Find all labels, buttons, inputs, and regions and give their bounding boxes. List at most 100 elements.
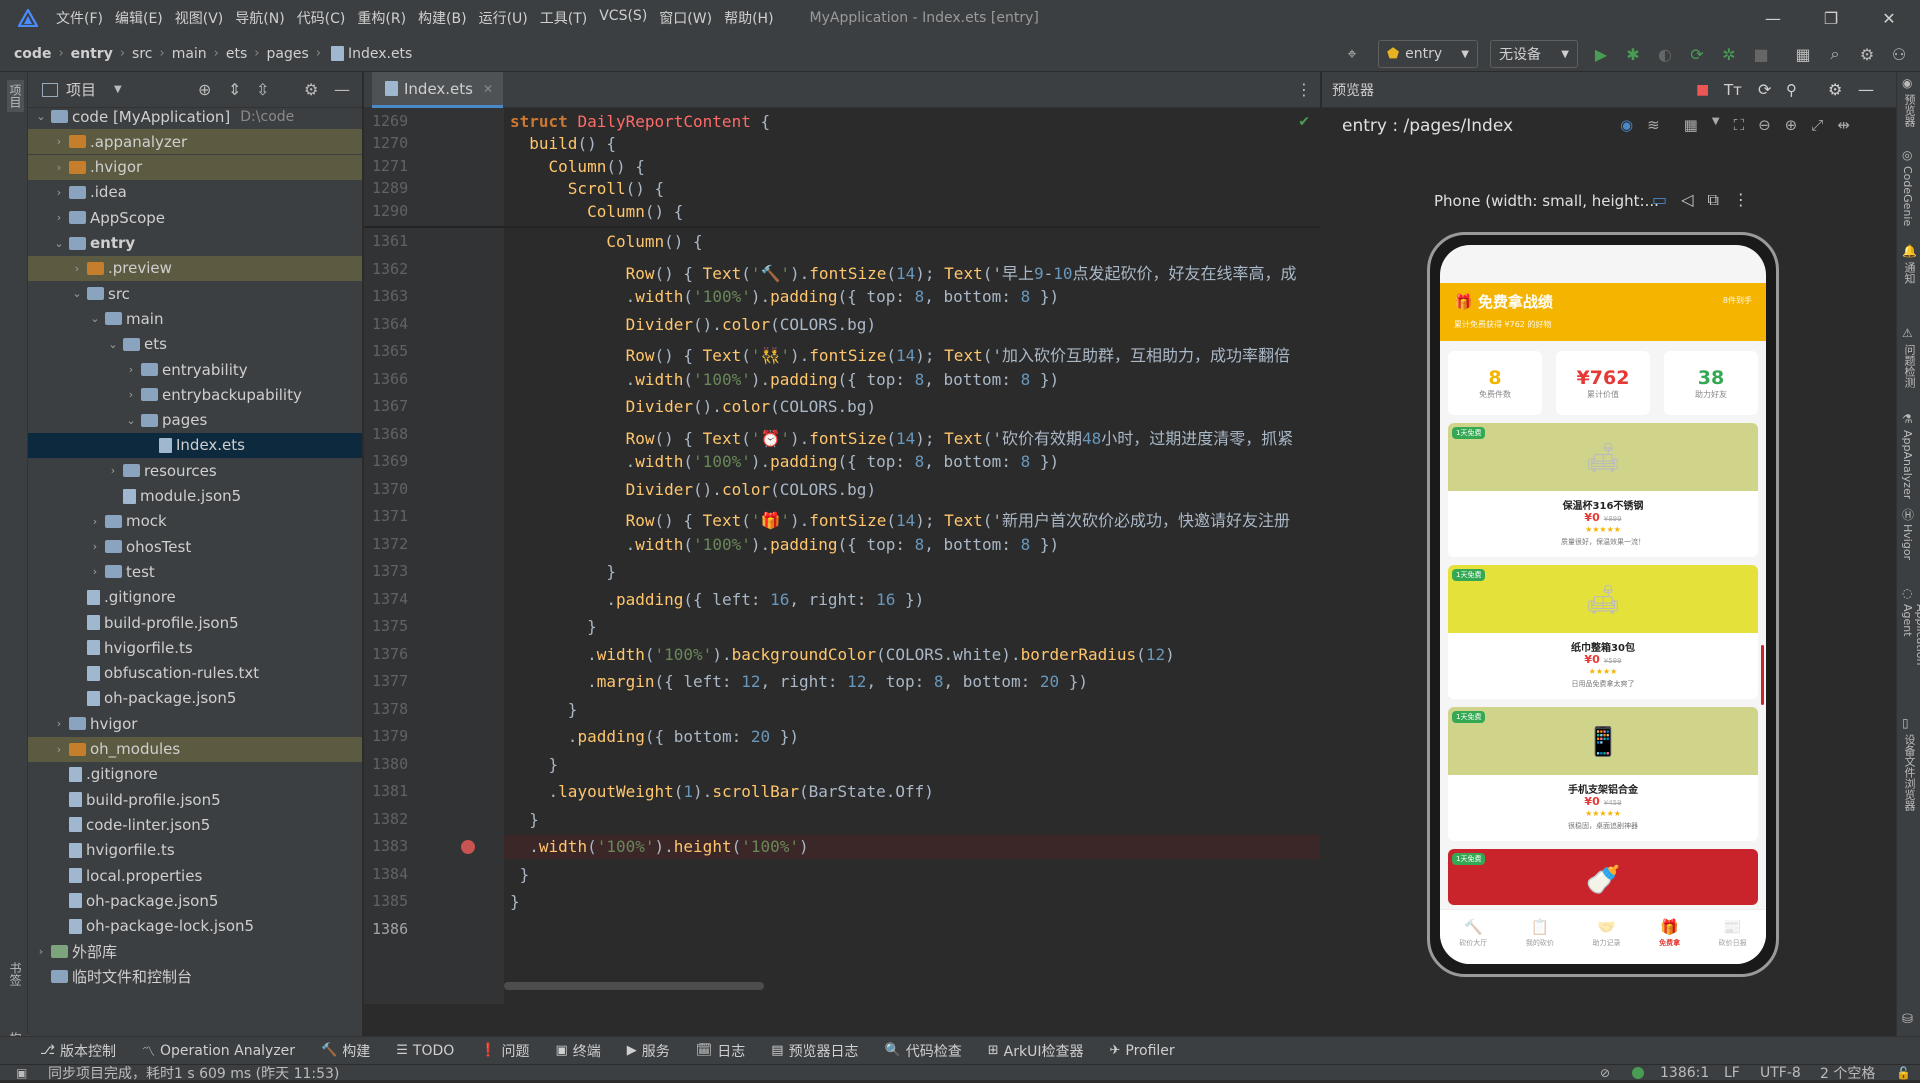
no-vcs-icon[interactable]: ⊘ [1600,1066,1610,1080]
right-tool-item[interactable]: Hvigor [1901,524,1914,560]
tree-item[interactable]: oh-package-lock.json5 [28,914,362,939]
layout-icon[interactable]: ▣ [16,1066,27,1080]
bottom-tool-button[interactable]: 🔍 代码检查 [885,1041,962,1061]
chevron-right-icon[interactable]: › [52,161,66,174]
tool-bookmarks[interactable]: 书签 [7,962,24,986]
ratio-icon[interactable]: ⇹ [1837,116,1850,134]
chevron-right-icon[interactable]: › [52,717,66,730]
breadcrumb-item[interactable]: pages [266,46,308,62]
collapse-all-icon[interactable]: ⇳ [256,80,269,99]
free-item-card[interactable]: 🛋 1天免费 保温杯316不锈钢 ¥0 ¥899 ★★★★★ 质量很好，保温效果一流！ [1448,423,1758,557]
bottom-tool-button[interactable]: ▣ 终端 [555,1041,600,1061]
tree-item[interactable]: Index.ets [28,432,362,458]
chevron-right-icon[interactable]: › [88,565,102,578]
chevron-right-icon[interactable]: › [106,464,120,477]
bottom-tool-button[interactable]: 🗓 日志 [696,1041,746,1061]
user-icon[interactable]: ⚇ [1886,40,1912,68]
breadcrumb-item[interactable]: code [14,46,51,62]
menu-item[interactable]: 运行(U) [479,8,528,28]
chevron-down-icon[interactable]: ▼ [114,84,122,95]
gear-icon[interactable]: ⚙ [304,80,318,99]
menu-item[interactable]: 帮助(H) [724,8,773,28]
device-multi-icon[interactable]: ▭ [1652,190,1667,210]
tree-item[interactable]: › test [28,559,362,584]
project-panel-title[interactable]: 项目 [66,79,96,100]
tree-item[interactable]: oh-package.json5 [28,686,362,711]
bottom-tab[interactable]: 🔨 砍价大厅 [1459,918,1487,948]
bottom-tab[interactable]: 📋 我的砍价 [1526,918,1554,948]
chevron-down-icon[interactable]: ⌄ [70,287,84,300]
menu-item[interactable]: 工具(T) [540,8,587,28]
tree-item[interactable]: obfuscation-rules.txt [28,661,362,686]
menu-item[interactable]: VCS(S) [599,8,647,28]
breadcrumb-item[interactable]: ets [226,46,247,62]
right-tool-item[interactable]: 预览器 [1901,94,1917,127]
tree-item[interactable]: › .hvigor [28,154,362,180]
tree-item[interactable]: .gitignore [28,585,362,610]
tree-item[interactable]: ⌄ main [28,306,362,331]
tab-index-ets[interactable]: Index.ets ✕ [372,72,504,108]
menu-item[interactable]: 构建(B) [418,8,467,28]
tree-item[interactable]: hvigorfile.ts [28,838,362,863]
maximize-icon[interactable]: ❐ [1802,0,1860,36]
inspector-icon[interactable]: ⚲ [1786,81,1797,99]
tree-item[interactable]: module.json5 [28,484,362,509]
minimize-icon[interactable]: — [1744,0,1802,36]
attach-icon[interactable]: ◐ [1652,40,1678,68]
more-options-icon[interactable]: ⋮ [1733,190,1749,210]
more-options-icon[interactable]: ⋮ [1296,80,1312,99]
chevron-down-icon[interactable]: ⌄ [124,414,138,427]
tool-project[interactable]: 项目 [7,80,24,112]
close-icon[interactable]: ✕ [1860,0,1918,36]
tree-item[interactable]: › resources [28,458,362,483]
bottom-tab[interactable]: 📰 砍价日报 [1719,918,1747,948]
tree-item[interactable]: hvigorfile.ts [28,635,362,660]
chevron-right-icon[interactable]: › [52,186,66,199]
tree-item[interactable]: › .idea [28,180,362,205]
chevron-right-icon[interactable]: › [88,515,102,528]
tree-item[interactable]: ⌄ ets [28,332,362,357]
bottom-tool-button[interactable]: ▤ 预览器日志 [771,1041,858,1061]
tree-item[interactable]: code-linter.json5 [28,812,362,837]
chevron-down-icon[interactable]: ⌄ [88,312,102,325]
tree-item[interactable]: 临时文件和控制台 [28,964,362,989]
menu-item[interactable]: 导航(N) [235,8,284,28]
chevron-down-icon[interactable]: ⌄ [34,110,48,123]
run-config-select[interactable]: ⬟ entry ▼ [1378,40,1478,68]
status-ok-icon[interactable] [1632,1066,1644,1079]
bottom-tool-button[interactable]: ☰ TODO [396,1043,454,1059]
tree-item[interactable]: ⌄ pages [28,408,362,433]
expand-all-icon[interactable]: ⇕ [228,80,241,99]
font-size-icon[interactable]: Tт [1724,81,1742,99]
bottom-tool-button[interactable]: ▶ 服务 [627,1041,670,1061]
tree-item[interactable]: › entrybackupability [28,382,362,407]
tree-item[interactable]: build-profile.json5 [28,787,362,812]
right-tool-item[interactable]: CodeGenie [1901,166,1914,226]
close-tab-icon[interactable]: ✕ [483,82,493,96]
free-item-card[interactable]: 🍼 1天免费 [1448,849,1758,905]
bottom-tab[interactable]: 🤝 助力记录 [1592,918,1620,948]
profile-icon[interactable]: ✲ [1716,40,1742,68]
chevron-down-icon[interactable]: ⌄ [106,338,120,351]
tree-item[interactable]: › hvigor [28,711,362,736]
menu-item[interactable]: 文件(F) [56,8,103,28]
chevron-right-icon[interactable]: › [52,135,66,148]
cursor-position[interactable]: 1386:1 [1660,1065,1709,1081]
crop-icon[interactable]: ⛶ [1734,116,1745,134]
rotate-icon[interactable]: ⧉ [1707,190,1718,210]
tree-item[interactable]: › ohosTest [28,534,362,559]
tree-item[interactable]: ⌄ src [28,281,362,306]
layers-icon[interactable]: ≋ [1647,116,1660,134]
device-select[interactable]: 无设备 ▼ [1490,40,1578,68]
tree-item[interactable]: › .appanalyzer [28,129,362,155]
locate-icon[interactable]: ⊕ [198,80,211,99]
search-icon[interactable]: ⌕ [1822,40,1848,68]
chevron-right-icon[interactable]: › [88,540,102,553]
lock-icon[interactable]: 🔓 [1896,1066,1911,1080]
bottom-tool-button[interactable]: 〽 Operation Analyzer [142,1041,295,1061]
stop-preview-icon[interactable]: ■ [1696,82,1709,98]
tree-item[interactable]: ⌄ code [MyApplication] D:\code [28,108,362,129]
gear-icon[interactable]: ⚙ [1854,40,1880,68]
chevron-right-icon[interactable]: › [124,363,138,376]
bottom-tool-button[interactable]: ⎇ 版本控制 [40,1041,116,1061]
